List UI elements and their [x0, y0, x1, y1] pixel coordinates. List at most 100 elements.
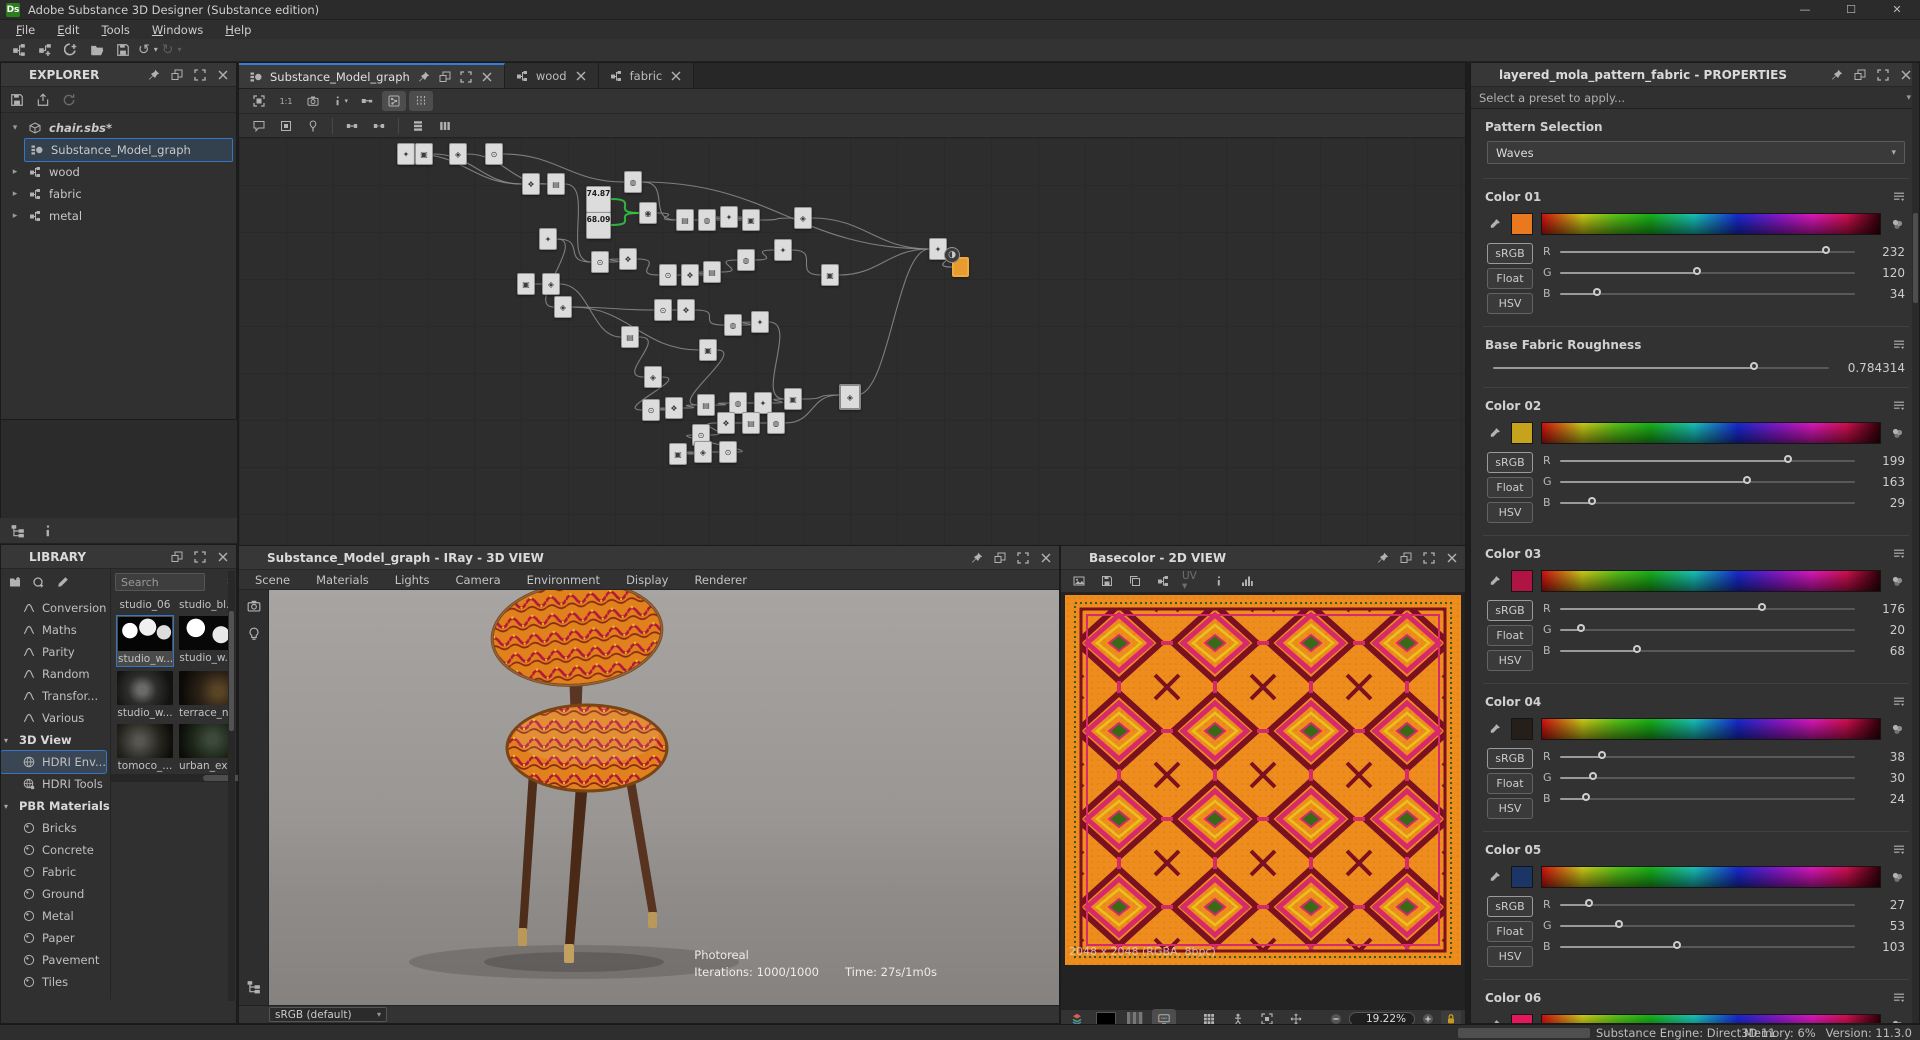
slider-track[interactable]: [1560, 940, 1855, 953]
tree-icon[interactable]: [10, 523, 26, 539]
pin-icon[interactable]: [417, 70, 431, 84]
eyedropper-icon[interactable]: [1487, 1017, 1503, 1024]
new-package-icon[interactable]: [60, 41, 82, 59]
graph-view-button[interactable]: [382, 91, 406, 111]
library-category-pavement[interactable]: Pavement: [1, 949, 110, 971]
pencil-icon[interactable]: [55, 574, 71, 590]
undo-arrow-down-icon[interactable]: ▾: [154, 46, 158, 54]
graph-node[interactable]: ◍: [737, 249, 755, 271]
graph-node[interactable]: ▤: [621, 326, 639, 348]
color-swatch[interactable]: [1511, 570, 1533, 592]
view3d-viewport[interactable]: Photoreal Iterations: 1000/1000Time: 27s…: [269, 590, 1059, 1005]
library-category-concrete[interactable]: Concrete: [1, 839, 110, 861]
graph-node[interactable]: ▣: [821, 264, 839, 286]
eyedropper-icon[interactable]: [1487, 573, 1503, 589]
graph-node[interactable]: ✦: [774, 239, 792, 261]
library-thumbnail[interactable]: tomoco_...: [117, 724, 173, 772]
maximize-icon[interactable]: [193, 550, 207, 564]
graph-node[interactable]: ◈: [694, 441, 712, 463]
slider-track[interactable]: [1560, 245, 1855, 258]
color-swatch[interactable]: [1511, 1014, 1533, 1024]
float-mode-button[interactable]: Float: [1487, 268, 1533, 289]
slider-handle[interactable]: [1633, 645, 1641, 653]
bulb-icon[interactable]: [246, 626, 262, 642]
slider-handle[interactable]: [1693, 267, 1701, 275]
float-mode-button[interactable]: Float: [1487, 625, 1533, 646]
color-swatch[interactable]: [1511, 718, 1533, 740]
library-category-bricks[interactable]: Bricks: [1, 817, 110, 839]
pin-node-button[interactable]: [301, 116, 325, 136]
graph-node[interactable]: ✦: [751, 311, 769, 333]
slider-track[interactable]: [1560, 898, 1855, 911]
slider-handle[interactable]: [1784, 455, 1792, 463]
save-icon[interactable]: [9, 92, 25, 108]
library-thumbnail[interactable]: studio_w...: [117, 616, 173, 666]
tree-item-package[interactable]: ▾chair.sbs*: [1, 117, 236, 139]
graph-node[interactable]: ❖: [665, 397, 683, 419]
library-vertical-scrollbar[interactable]: [228, 571, 235, 1001]
library-category-hdri-env-[interactable]: HDRI Env...: [1, 751, 106, 773]
save-all-icon[interactable]: [112, 41, 134, 59]
blend-node[interactable]: ◉: [639, 202, 657, 224]
maximize-icon[interactable]: [459, 70, 473, 84]
hue-gradient-bar[interactable]: [1541, 213, 1881, 235]
refresh-icon[interactable]: [61, 92, 77, 108]
redo-arrow-down-icon[interactable]: ▾: [177, 46, 181, 54]
view3d-menu-lights[interactable]: Lights: [383, 573, 442, 587]
preset-dropdown[interactable]: Select a preset to apply... ▾: [1471, 87, 1919, 109]
view3d-menu-environment[interactable]: Environment: [515, 573, 612, 587]
align-button[interactable]: [433, 116, 457, 136]
slider-handle[interactable]: [1598, 751, 1606, 759]
close-icon[interactable]: [1899, 68, 1913, 82]
graph-node[interactable]: ◍: [729, 392, 747, 414]
slider-track[interactable]: [1560, 623, 1855, 636]
tree-item-metal[interactable]: ▸metal: [1, 205, 236, 227]
info-icon[interactable]: [40, 523, 56, 539]
graph-node[interactable]: ◈: [449, 143, 467, 165]
camera-icon[interactable]: [246, 598, 262, 614]
tree-icon[interactable]: [246, 979, 262, 995]
graph-node[interactable]: ▤: [676, 209, 694, 231]
undo-icon[interactable]: ↺: [138, 43, 150, 57]
library-category-various[interactable]: Various: [1, 707, 110, 729]
graph-tab-substance_model_graph[interactable]: Substance_Model_graph: [239, 63, 505, 88]
close-icon[interactable]: [1445, 551, 1459, 565]
pin-icon[interactable]: [970, 551, 984, 565]
graph-button[interactable]: [1151, 571, 1175, 591]
graph-canvas[interactable]: ✦▣◈⊙❖▤◍✦▣◈⊙❖▤◍✦▣◈⊙❖▤◍✦▣◈⊙❖▤◍✦▣◈⊙❖▤◍✦▣◈⊙❖…: [239, 138, 1465, 545]
value-node[interactable]: 68.09: [586, 212, 611, 239]
float-icon[interactable]: [1853, 68, 1867, 82]
menu-file[interactable]: File: [6, 23, 45, 37]
slider-track[interactable]: [1560, 792, 1855, 805]
menu-edit[interactable]: Edit: [47, 23, 89, 37]
graph-node[interactable]: ❖: [681, 264, 699, 286]
stack-button[interactable]: [406, 116, 430, 136]
pin-icon[interactable]: [1830, 68, 1844, 82]
new-graph-plus-icon[interactable]: [34, 41, 56, 59]
properties-scrollbar[interactable]: [1912, 63, 1919, 1024]
frame-view-button[interactable]: [274, 116, 298, 136]
search-input[interactable]: Search: [115, 573, 205, 591]
color-swatch[interactable]: [1511, 866, 1533, 888]
graph-node[interactable]: ❖: [619, 248, 637, 270]
folder-plus-icon[interactable]: [7, 574, 23, 590]
link-a-button[interactable]: [340, 116, 364, 136]
slider-handle[interactable]: [1822, 246, 1830, 254]
maximize-icon[interactable]: [1876, 68, 1890, 82]
library-category-tiles[interactable]: Tiles: [1, 971, 110, 993]
view3d-menu-camera[interactable]: Camera: [443, 573, 512, 587]
hsv-mode-button[interactable]: HSV: [1487, 293, 1533, 314]
export-icon[interactable]: [35, 92, 51, 108]
slider-track[interactable]: [1560, 496, 1855, 509]
graph-node[interactable]: ❖: [522, 173, 540, 195]
value-node[interactable]: 74.87: [586, 186, 611, 213]
filter-icon[interactable]: [208, 574, 224, 590]
preset-menu-icon[interactable]: [1891, 119, 1907, 135]
hue-gradient-bar[interactable]: [1541, 718, 1881, 740]
hue-gradient-bar[interactable]: [1541, 422, 1881, 444]
menu-dd-icon[interactable]: [1891, 189, 1907, 205]
library-category-conversion[interactable]: Conversion: [1, 597, 110, 619]
view3d-menu-display[interactable]: Display: [614, 573, 680, 587]
eyedropper-icon[interactable]: [1487, 216, 1503, 232]
color-swatch[interactable]: [1511, 213, 1533, 235]
